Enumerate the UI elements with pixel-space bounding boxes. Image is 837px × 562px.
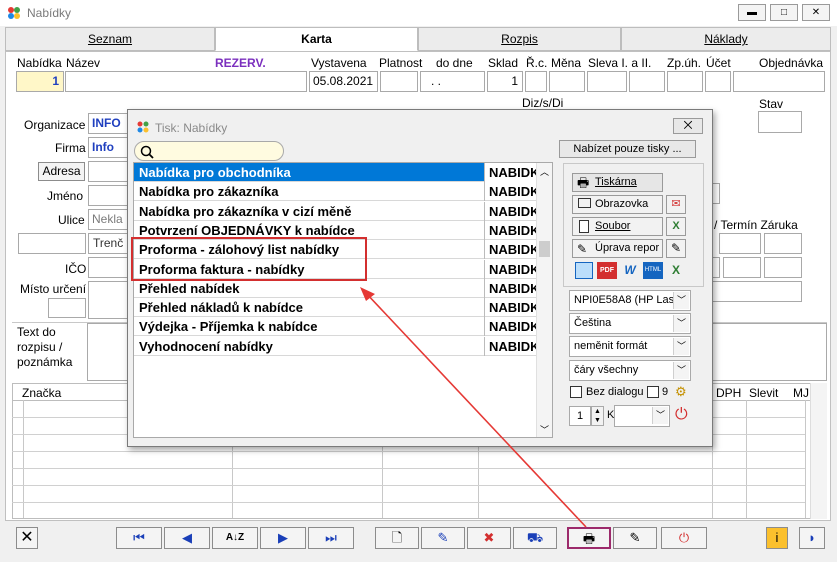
annotation-arrow <box>360 287 587 528</box>
